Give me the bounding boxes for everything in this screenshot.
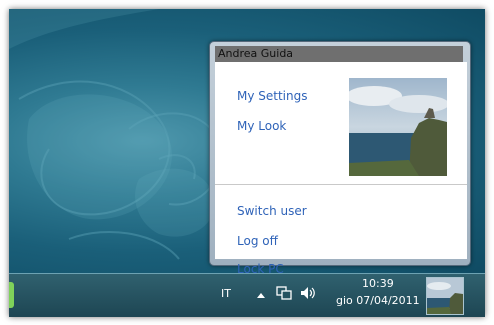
log-off-link[interactable]: Log off [237, 234, 278, 248]
taskbar: IT 10:39 gio 07/04/2011 [9, 273, 485, 317]
start-button-edge[interactable] [9, 282, 14, 308]
landscape-photo-image [349, 78, 447, 176]
menu-separator [215, 184, 467, 185]
language-indicator[interactable]: IT [221, 287, 231, 300]
user-popup: Andrea Guida My Settings My Look Switch … [209, 41, 471, 276]
thumbnail-photo-image [427, 278, 463, 314]
user-avatar-photo [349, 78, 447, 176]
my-look-link[interactable]: My Look [237, 119, 286, 133]
my-settings-link[interactable]: My Settings [237, 89, 308, 103]
screen: Andrea Guida My Settings My Look Switch … [9, 9, 485, 317]
user-thumbnail-button[interactable] [426, 277, 464, 315]
show-hidden-icons-arrow-icon[interactable] [256, 286, 266, 305]
volume-icon[interactable] [299, 285, 317, 305]
network-icon[interactable] [276, 285, 292, 305]
switch-user-link[interactable]: Switch user [237, 204, 307, 218]
popup-title: Andrea Guida [215, 46, 463, 62]
clock-date[interactable]: gio 07/04/2011 [336, 294, 420, 307]
popup-body: My Settings My Look Switch user Log off … [215, 62, 467, 276]
clock-time[interactable]: 10:39 [362, 277, 394, 290]
